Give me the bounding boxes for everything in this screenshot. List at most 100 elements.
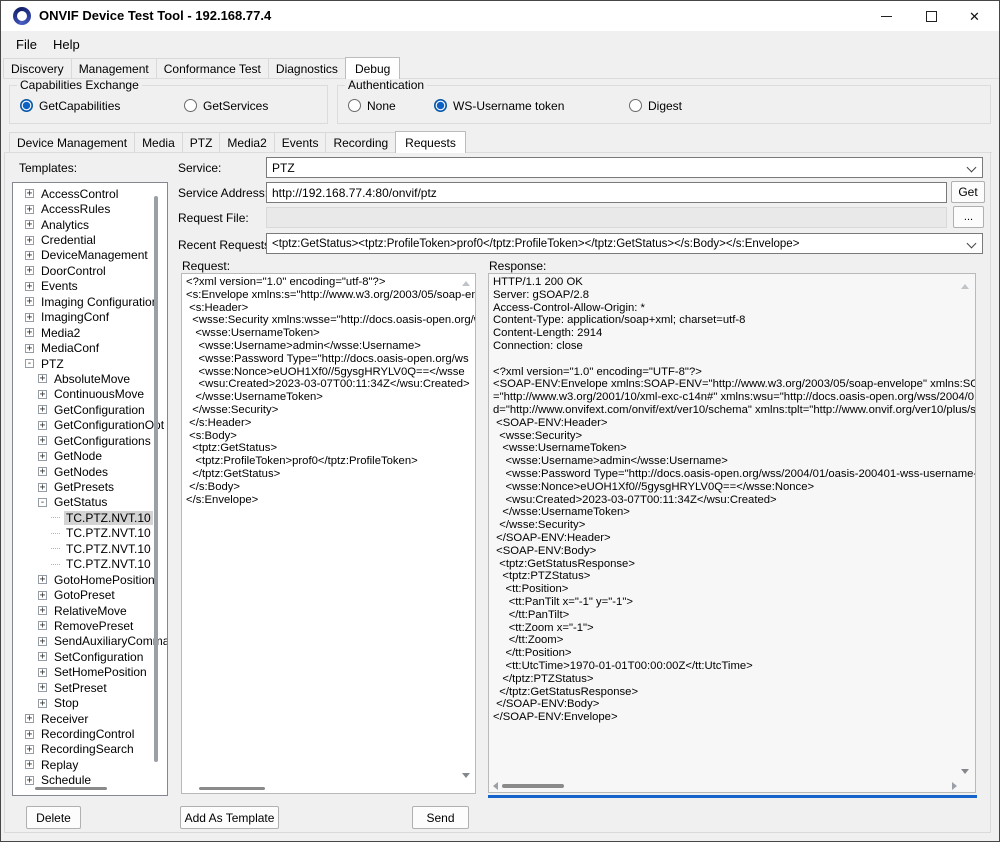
tree-item-sethomeposition[interactable]: +SetHomePosition [13, 665, 167, 680]
browse-button[interactable]: ... [953, 206, 984, 228]
expand-icon[interactable]: + [25, 714, 34, 723]
tab-management[interactable]: Management [71, 58, 157, 78]
scroll-down-icon[interactable] [961, 769, 969, 774]
tree-item-relativemove[interactable]: +RelativeMove [13, 603, 167, 618]
request-editor[interactable]: <?xml version="1.0" encoding="utf-8"?> <… [181, 273, 476, 794]
tree-item-tc-ptz-nvt-10[interactable]: TC.PTZ.NVT.10 [13, 541, 167, 556]
tree-item-getconfigurations[interactable]: +GetConfigurations [13, 433, 167, 448]
expand-icon[interactable]: + [25, 282, 34, 291]
expand-icon[interactable]: + [38, 637, 47, 646]
menu-help[interactable]: Help [45, 34, 88, 55]
expand-icon[interactable]: + [38, 621, 47, 630]
expand-icon[interactable]: + [25, 344, 34, 353]
tree-item-setpreset[interactable]: +SetPreset [13, 680, 167, 695]
tree-item-schedule[interactable]: +Schedule [13, 773, 167, 788]
close-button[interactable]: ✕ [952, 1, 997, 31]
scroll-down-icon[interactable] [462, 773, 470, 778]
splitter-highlight[interactable] [488, 795, 977, 798]
tree-item-recordingcontrol[interactable]: +RecordingControl [13, 726, 167, 741]
expand-icon[interactable]: + [38, 405, 47, 414]
expand-icon[interactable]: + [38, 436, 47, 445]
tree-vertical-scrollbar-thumb[interactable] [154, 196, 158, 762]
tree-item-analytics[interactable]: +Analytics [13, 217, 167, 232]
tree-item-stop[interactable]: +Stop [13, 695, 167, 710]
tree-item-tc-ptz-nvt-10[interactable]: TC.PTZ.NVT.10 [13, 557, 167, 572]
radio-getcapabilities[interactable]: GetCapabilities [20, 98, 120, 113]
add-as-template-button[interactable]: Add As Template [180, 806, 279, 829]
tree-item-removepreset[interactable]: +RemovePreset [13, 618, 167, 633]
expand-icon[interactable]: + [25, 745, 34, 754]
tree-item-ptz[interactable]: -PTZ [13, 356, 167, 371]
scroll-left-icon[interactable] [493, 782, 498, 790]
expand-icon[interactable]: + [25, 205, 34, 214]
response-viewer[interactable]: HTTP/1.1 200 OK Server: gSOAP/2.8 Access… [488, 273, 976, 793]
tree-item-setconfiguration[interactable]: +SetConfiguration [13, 649, 167, 664]
request-file-input[interactable] [266, 207, 947, 228]
tree-item-getpresets[interactable]: +GetPresets [13, 479, 167, 494]
service-address-input[interactable]: http://192.168.77.4:80/onvif/ptz [266, 182, 947, 203]
tree-item-getstatus[interactable]: -GetStatus [13, 495, 167, 510]
radio-digest[interactable]: Digest [629, 98, 682, 113]
expand-icon[interactable]: + [25, 328, 34, 337]
tree-item-getnode[interactable]: +GetNode [13, 448, 167, 463]
send-button[interactable]: Send [412, 806, 469, 829]
radio-none[interactable]: None [348, 98, 396, 113]
delete-button[interactable]: Delete [26, 806, 81, 829]
menu-file[interactable]: File [8, 34, 45, 55]
subtab-ptz[interactable]: PTZ [182, 132, 221, 152]
tree-item-getconfigurationopt[interactable]: +GetConfigurationOpt [13, 418, 167, 433]
expand-icon[interactable]: + [38, 374, 47, 383]
tree-item-devicemanagement[interactable]: +DeviceManagement [13, 248, 167, 263]
tree-item-events[interactable]: +Events [13, 279, 167, 294]
expand-icon[interactable]: + [25, 313, 34, 322]
expand-icon[interactable]: + [25, 220, 34, 229]
expand-icon[interactable]: + [38, 606, 47, 615]
expand-icon[interactable]: + [38, 390, 47, 399]
tree-item-tc-ptz-nvt-10[interactable]: TC.PTZ.NVT.10 [13, 526, 167, 541]
tree-item-receiver[interactable]: +Receiver [13, 711, 167, 726]
subtab-media[interactable]: Media [134, 132, 183, 152]
tree-item-credential[interactable]: +Credential [13, 232, 167, 247]
subtab-device-management[interactable]: Device Management [9, 132, 135, 152]
tab-debug[interactable]: Debug [345, 57, 400, 79]
subtab-requests[interactable]: Requests [395, 131, 466, 153]
expand-icon[interactable]: + [38, 575, 47, 584]
expand-icon[interactable]: + [38, 483, 47, 492]
radio-getservices[interactable]: GetServices [184, 98, 268, 113]
maximize-button[interactable] [909, 1, 954, 31]
collapse-icon[interactable]: - [25, 359, 34, 368]
expand-icon[interactable]: + [38, 452, 47, 461]
expand-icon[interactable]: + [38, 668, 47, 677]
expand-icon[interactable]: + [25, 760, 34, 769]
tree-item-imaging-configuration[interactable]: +Imaging Configuration [13, 294, 167, 309]
tree-item-mediaconf[interactable]: +MediaConf [13, 340, 167, 355]
expand-icon[interactable]: + [38, 421, 47, 430]
tree-item-getnodes[interactable]: +GetNodes [13, 464, 167, 479]
collapse-icon[interactable]: - [38, 498, 47, 507]
tree-item-doorcontrol[interactable]: +DoorControl [13, 263, 167, 278]
recent-requests-dropdown[interactable]: <tptz:GetStatus><tptz:ProfileToken>prof0… [266, 233, 983, 254]
tab-diagnostics[interactable]: Diagnostics [268, 58, 346, 78]
tree-item-getconfiguration[interactable]: +GetConfiguration [13, 402, 167, 417]
tree-item-absolutemove[interactable]: +AbsoluteMove [13, 371, 167, 386]
scroll-up-icon[interactable] [961, 284, 969, 289]
expand-icon[interactable]: + [25, 776, 34, 785]
tree-horizontal-scrollbar-thumb[interactable] [35, 787, 107, 790]
templates-tree[interactable]: +AccessControl+AccessRules+Analytics+Cre… [12, 182, 168, 796]
tree-item-accessrules[interactable]: +AccessRules [13, 201, 167, 216]
expand-icon[interactable]: + [38, 652, 47, 661]
scroll-up-icon[interactable] [462, 281, 470, 286]
tree-item-gotohomeposition[interactable]: +GotoHomePosition [13, 572, 167, 587]
expand-icon[interactable]: + [25, 266, 34, 275]
tree-item-replay[interactable]: +Replay [13, 757, 167, 772]
tree-item-sendauxiliarycomma[interactable]: +SendAuxiliaryComma [13, 634, 167, 649]
request-horizontal-scrollbar-thumb[interactable] [199, 787, 265, 790]
subtab-recording[interactable]: Recording [325, 132, 396, 152]
service-dropdown[interactable]: PTZ [266, 157, 983, 178]
expand-icon[interactable]: + [25, 236, 34, 245]
subtab-media2[interactable]: Media2 [219, 132, 274, 152]
subtab-events[interactable]: Events [274, 132, 327, 152]
radio-ws-username-token[interactable]: WS-Username token [434, 98, 564, 113]
tab-conformance-test[interactable]: Conformance Test [156, 58, 269, 78]
expand-icon[interactable]: + [38, 591, 47, 600]
